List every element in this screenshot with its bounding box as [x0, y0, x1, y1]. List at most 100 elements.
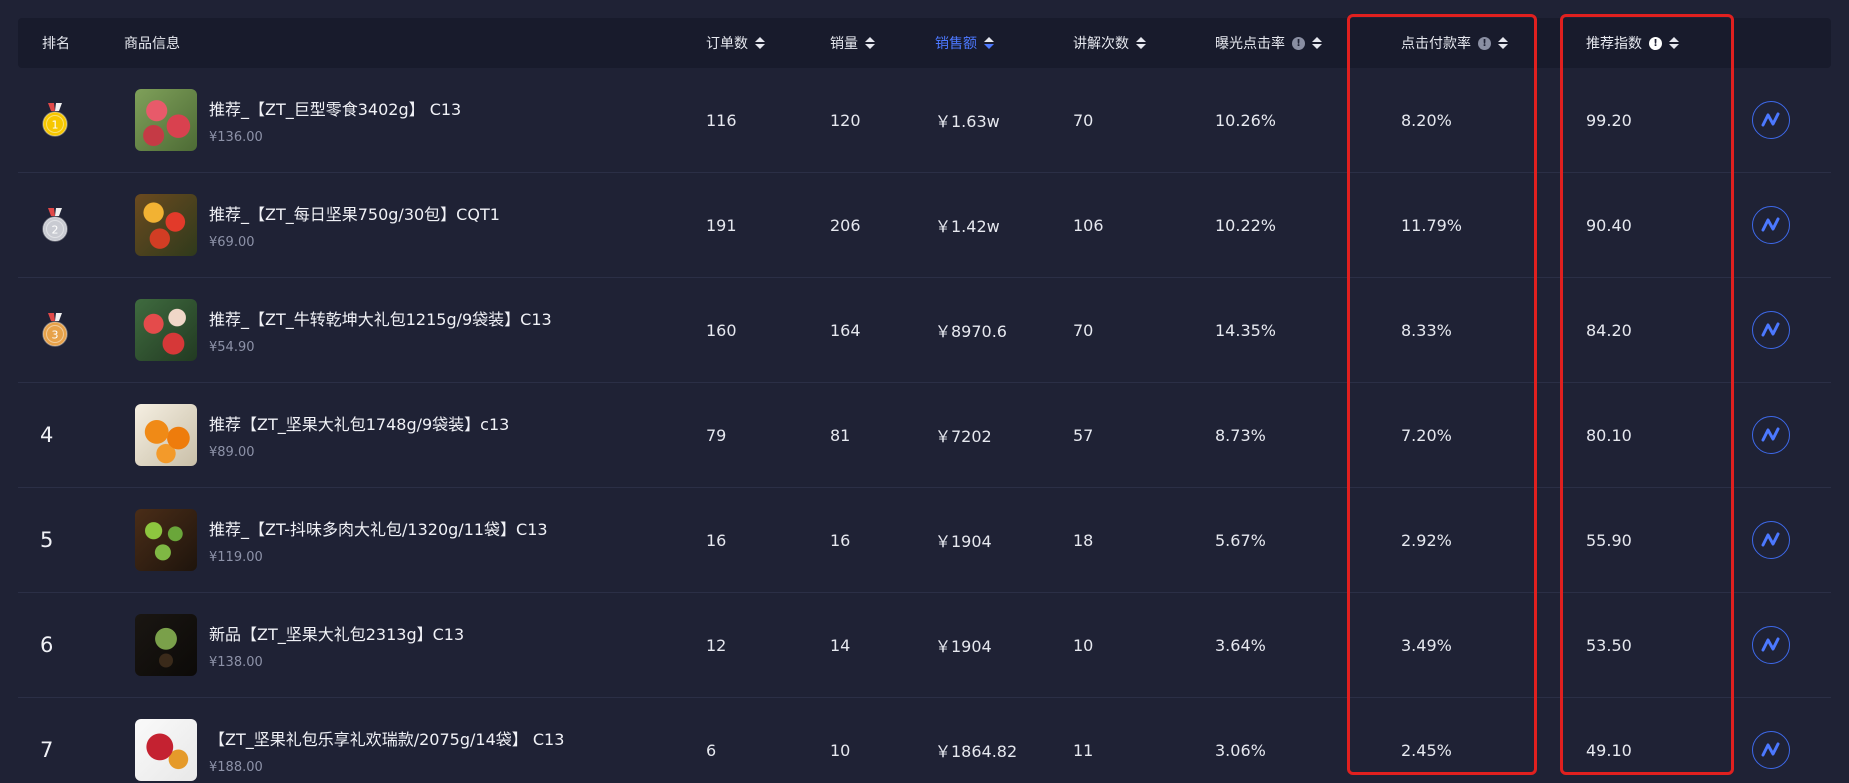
product-info-cell: 新品【ZT_坚果大礼包2313g】C13 ¥138.00 — [135, 593, 464, 697]
product-name[interactable]: 推荐_【ZT_巨型零食3402g】 C13 — [209, 96, 461, 120]
table-row: 5 推荐_【ZT-抖味多肉大礼包/1320g/11袋】C13 ¥119.00 1… — [18, 488, 1831, 593]
product-thumbnail[interactable] — [135, 299, 197, 361]
product-price: ¥89.00 — [209, 444, 255, 460]
table-row: 6 新品【ZT_坚果大礼包2313g】C13 ¥138.00 12 14 ￥19… — [18, 593, 1831, 698]
rank-number: 5 — [40, 528, 54, 552]
product-ranking-table: 排名 商品信息 订单数 销量 销售额 讲解次数 曝光点击率 ! 点击付款率 ! … — [18, 18, 1831, 783]
recommend-score-cell: 55.90 — [1586, 530, 1632, 550]
info-icon[interactable]: ! — [1649, 36, 1662, 50]
rank-medal-icon: 2 — [42, 208, 68, 242]
sales-cell: 164 — [830, 320, 861, 340]
sort-icon[interactable] — [865, 37, 875, 49]
revenue-cell: ￥1904 — [935, 637, 992, 656]
header-sales[interactable]: 销量 — [830, 18, 875, 68]
header-ctr[interactable]: 曝光点击率 ! — [1215, 18, 1322, 68]
rank-cell: 1 — [40, 68, 70, 172]
ctr-cell: 3.64% — [1215, 635, 1266, 655]
table-row: 2 推荐_【ZT_每日坚果750g/30包】CQT1 ¥69.00 191 20… — [18, 173, 1831, 278]
trend-line-icon — [1761, 217, 1780, 232]
trend-button[interactable] — [1752, 206, 1790, 244]
sort-icon[interactable] — [1312, 37, 1322, 49]
click-pay-rate-cell: 7.20% — [1401, 425, 1452, 445]
header-recommend-score[interactable]: 推荐指数 ! — [1586, 18, 1679, 68]
recommend-score-cell: 90.40 — [1586, 215, 1632, 235]
sort-icon[interactable] — [1669, 37, 1679, 49]
info-icon[interactable]: ! — [1292, 36, 1305, 50]
product-thumbnail[interactable] — [135, 89, 197, 151]
product-thumbnail[interactable] — [135, 404, 197, 466]
product-name[interactable]: 推荐【ZT_坚果大礼包1748g/9袋装】c13 — [209, 411, 509, 435]
orders-cell: 12 — [706, 635, 727, 655]
sort-icon[interactable] — [1498, 37, 1508, 49]
revenue-cell: ￥7202 — [935, 427, 992, 446]
product-name[interactable]: 推荐_【ZT-抖味多肉大礼包/1320g/11袋】C13 — [209, 516, 548, 540]
table-row: 3 推荐_【ZT_牛转乾坤大礼包1215g/9袋装】C13 ¥54.90 160… — [18, 278, 1831, 383]
trend-button[interactable] — [1752, 521, 1790, 559]
revenue-cell: ￥1.42w — [935, 217, 1000, 236]
trend-button[interactable] — [1752, 311, 1790, 349]
trend-line-icon — [1761, 742, 1780, 757]
sort-icon[interactable] — [755, 37, 765, 49]
explain-count-cell: 18 — [1073, 530, 1094, 550]
trend-button[interactable] — [1752, 416, 1790, 454]
trend-button[interactable] — [1752, 731, 1790, 769]
trend-line-icon — [1761, 112, 1780, 127]
product-info-cell: 推荐_【ZT_巨型零食3402g】 C13 ¥136.00 — [135, 68, 461, 172]
sort-icon[interactable] — [1136, 37, 1146, 49]
trend-line-icon — [1761, 427, 1780, 442]
rank-medal-icon: 3 — [42, 313, 68, 347]
recommend-score-cell: 53.50 — [1586, 635, 1632, 655]
table-row: 4 推荐【ZT_坚果大礼包1748g/9袋装】c13 ¥89.00 79 81 … — [18, 383, 1831, 488]
svg-text:2: 2 — [52, 224, 59, 237]
product-thumbnail[interactable] — [135, 614, 197, 676]
product-info-cell: 推荐【ZT_坚果大礼包1748g/9袋装】c13 ¥89.00 — [135, 383, 509, 487]
orders-cell: 79 — [706, 425, 727, 445]
explain-count-cell: 70 — [1073, 110, 1094, 130]
product-name[interactable]: 推荐_【ZT_每日坚果750g/30包】CQT1 — [209, 201, 500, 225]
click-pay-rate-cell: 11.79% — [1401, 215, 1463, 235]
recommend-score-cell: 84.20 — [1586, 320, 1632, 340]
ctr-cell: 14.35% — [1215, 320, 1277, 340]
header-explain-count[interactable]: 讲解次数 — [1073, 18, 1146, 68]
table-header: 排名 商品信息 订单数 销量 销售额 讲解次数 曝光点击率 ! 点击付款率 ! … — [18, 18, 1831, 68]
product-thumbnail[interactable] — [135, 194, 197, 256]
click-pay-rate-cell: 2.45% — [1401, 740, 1452, 760]
product-price: ¥188.00 — [209, 759, 263, 775]
ctr-cell: 10.22% — [1215, 215, 1277, 235]
click-pay-rate-cell: 3.49% — [1401, 635, 1452, 655]
table-row: 1 推荐_【ZT_巨型零食3402g】 C13 ¥136.00 116 120 … — [18, 68, 1831, 173]
click-pay-rate-cell: 8.20% — [1401, 110, 1452, 130]
sort-desc-icon[interactable] — [984, 37, 994, 49]
table-row: 7 【ZT_坚果礼包乐享礼欢瑞款/2075g/14袋】 C13 ¥188.00 … — [18, 698, 1831, 783]
product-name[interactable]: 【ZT_坚果礼包乐享礼欢瑞款/2075g/14袋】 C13 — [209, 726, 564, 750]
product-price: ¥54.90 — [209, 339, 255, 355]
trend-button[interactable] — [1752, 101, 1790, 139]
header-revenue[interactable]: 销售额 — [935, 18, 994, 68]
product-price: ¥69.00 — [209, 234, 255, 250]
rank-cell: 3 — [40, 278, 70, 382]
product-info-cell: 推荐_【ZT_每日坚果750g/30包】CQT1 ¥69.00 — [135, 173, 500, 277]
trend-line-icon — [1761, 637, 1780, 652]
header-orders[interactable]: 订单数 — [706, 18, 765, 68]
trend-button[interactable] — [1752, 626, 1790, 664]
rank-cell: 6 — [40, 593, 53, 697]
orders-cell: 6 — [706, 740, 717, 760]
product-info-cell: 推荐_【ZT-抖味多肉大礼包/1320g/11袋】C13 ¥119.00 — [135, 488, 548, 592]
svg-text:3: 3 — [52, 329, 59, 342]
product-thumbnail[interactable] — [135, 509, 197, 571]
orders-cell: 191 — [706, 215, 737, 235]
header-click-pay-rate[interactable]: 点击付款率 ! — [1401, 18, 1508, 68]
product-info-cell: 【ZT_坚果礼包乐享礼欢瑞款/2075g/14袋】 C13 ¥188.00 — [135, 698, 564, 783]
product-name[interactable]: 推荐_【ZT_牛转乾坤大礼包1215g/9袋装】C13 — [209, 306, 552, 330]
trend-cell — [1752, 698, 1790, 783]
sales-cell: 120 — [830, 110, 861, 130]
revenue-cell: ￥1.63w — [935, 112, 1000, 131]
sales-cell: 16 — [830, 530, 851, 550]
recommend-score-cell: 80.10 — [1586, 425, 1632, 445]
info-icon[interactable]: ! — [1478, 36, 1491, 50]
recommend-score-cell: 49.10 — [1586, 740, 1632, 760]
product-name[interactable]: 新品【ZT_坚果大礼包2313g】C13 — [209, 621, 464, 645]
trend-cell — [1752, 68, 1790, 172]
product-thumbnail[interactable] — [135, 719, 197, 781]
trend-line-icon — [1761, 322, 1780, 337]
